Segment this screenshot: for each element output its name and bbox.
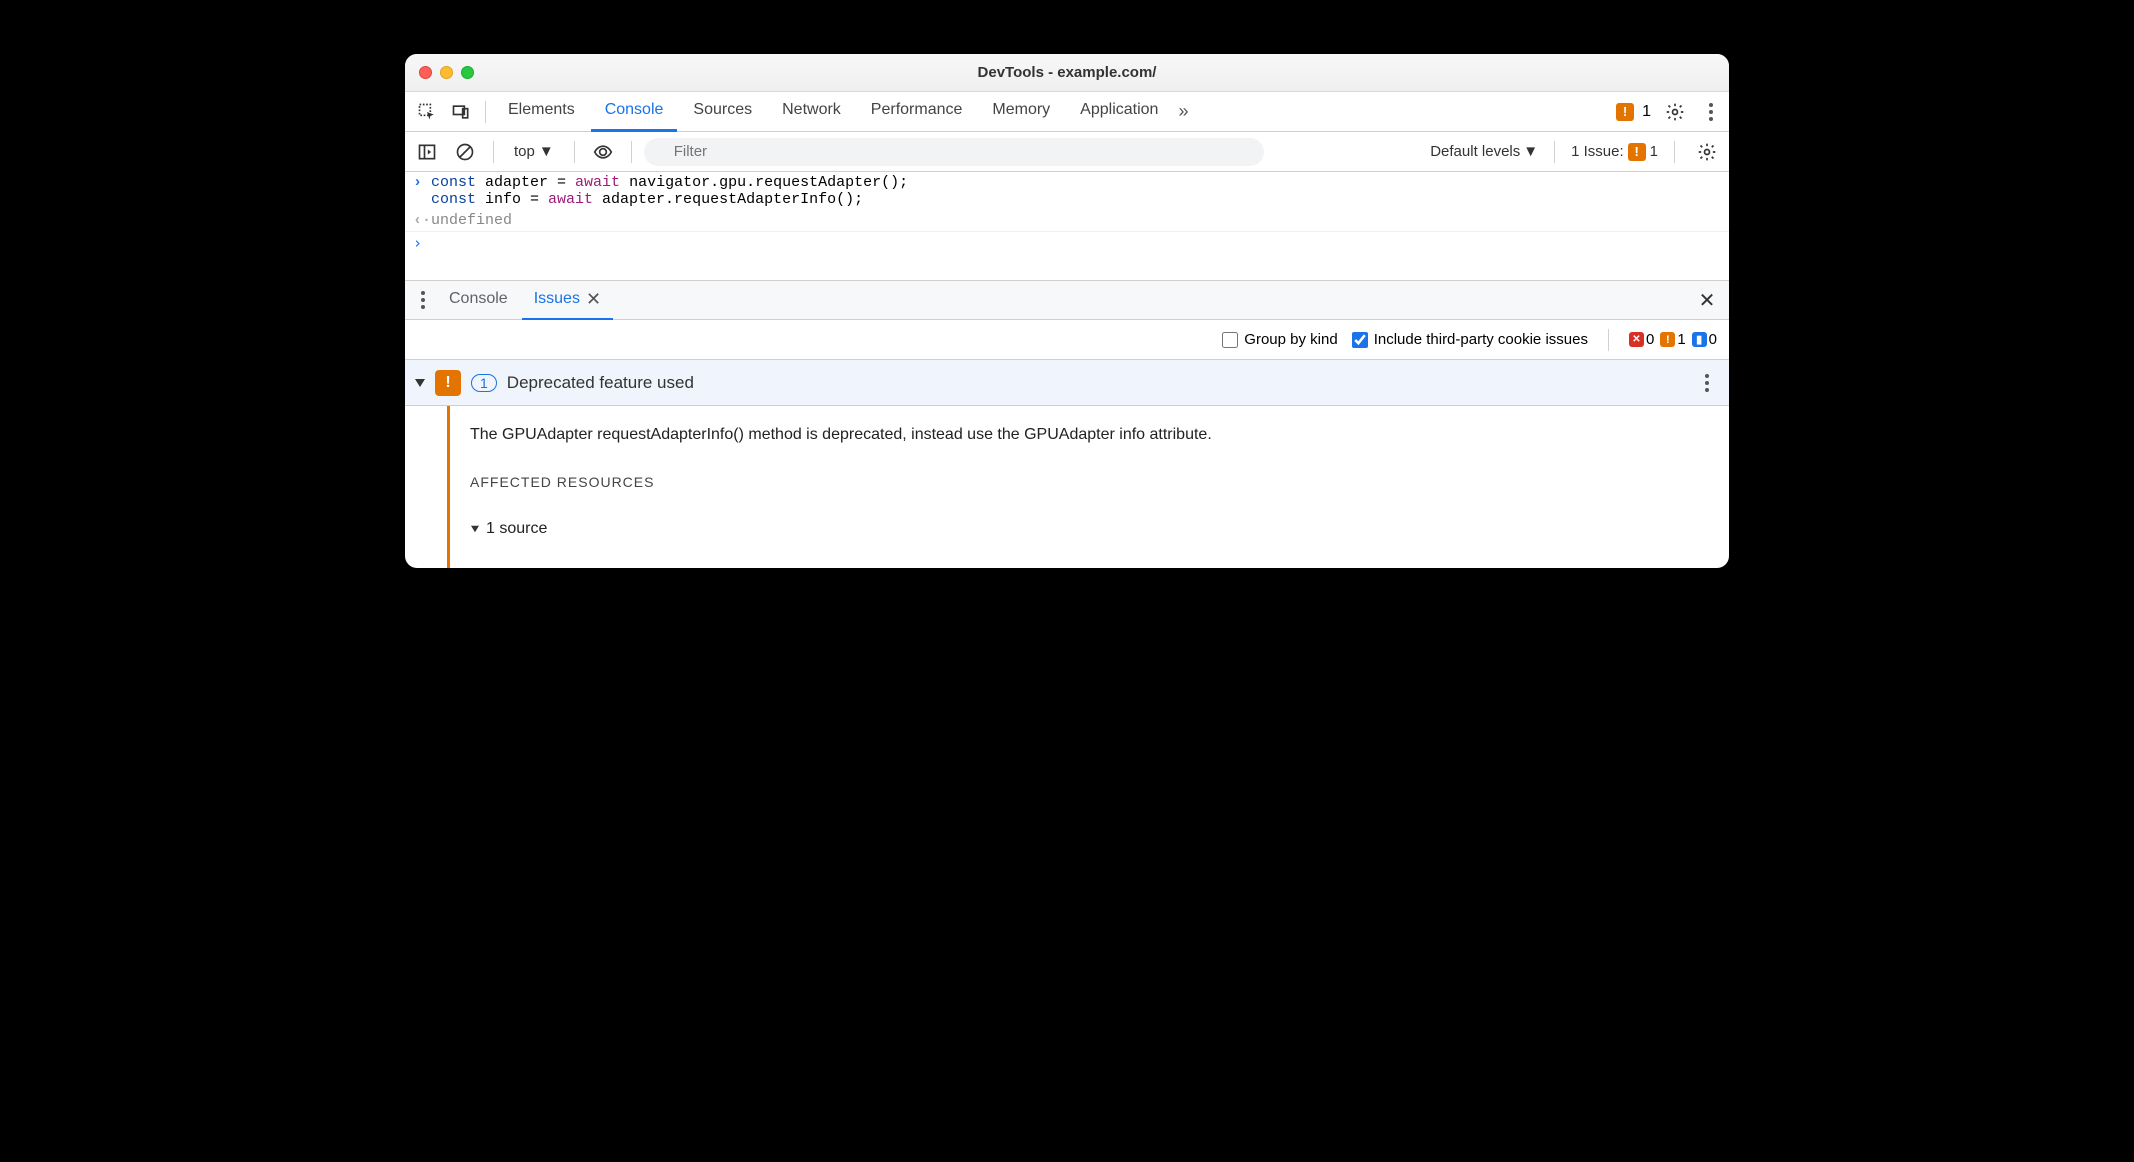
device-toolbar-icon[interactable] [445,96,477,128]
console-input-row[interactable]: › const adapter = await navigator.gpu.re… [405,172,1729,210]
expand-toggle-icon[interactable] [471,526,479,532]
warning-badge-icon: ! [1628,143,1646,161]
result-text: undefined [431,212,512,229]
issue-body: The GPUAdapter requestAdapterInfo() meth… [405,406,1729,568]
toggle-sidebar-icon[interactable] [411,136,443,168]
window-title: DevTools - example.com/ [405,64,1729,81]
more-tabs-icon[interactable]: » [1174,101,1192,122]
tab-sources[interactable]: Sources [679,92,766,132]
issues-filter-row: Group by kind Include third-party cookie… [405,320,1729,360]
error-count[interactable]: ✕0 [1629,331,1654,348]
close-icon[interactable]: ✕ [586,289,601,310]
source-line[interactable]: 1 source [470,520,1709,538]
issue-menu-icon[interactable] [1695,374,1719,392]
drawer-tab-issues[interactable]: Issues ✕ [522,280,613,320]
close-drawer-icon[interactable]: ✕ [1691,284,1723,316]
issue-title: Deprecated feature used [507,373,694,393]
separator [493,141,494,163]
levels-label: Default levels [1430,143,1520,160]
separator [1608,329,1609,351]
toolbar-right: ! 1 [1616,96,1723,128]
issues-count: 1 [1650,143,1658,160]
context-selector[interactable]: top ▼ [506,138,562,166]
warning-badge-icon: ! [435,370,461,396]
context-label: top [514,143,535,160]
console-prompt[interactable]: › [405,232,1729,280]
inspect-element-icon[interactable] [411,96,443,128]
issues-link[interactable]: 1 Issue: ! 1 [1571,143,1658,161]
warning-count[interactable]: !1 [1660,331,1685,348]
drawer-tabstrip: Console Issues ✕ ✕ [405,280,1729,320]
drawer-tab-console[interactable]: Console [437,280,520,320]
console-output: › const adapter = await navigator.gpu.re… [405,172,1729,280]
titlebar: DevTools - example.com/ [405,54,1729,92]
issue-description: The GPUAdapter requestAdapterInfo() meth… [470,426,1709,444]
drawer-tab-label: Issues [534,290,580,308]
live-expression-icon[interactable] [587,136,619,168]
drawer-right: ✕ [1691,284,1723,316]
checkbox-input[interactable] [1222,332,1238,348]
console-toolbar-right: Default levels ▼ 1 Issue: ! 1 [1430,136,1723,168]
issue-header[interactable]: ! 1 Deprecated feature used [405,360,1729,406]
tab-console[interactable]: Console [591,92,678,132]
separator [485,101,486,123]
issue-count-pill: 1 [471,374,497,392]
gear-icon[interactable] [1691,136,1723,168]
checkbox-input[interactable] [1352,332,1368,348]
result-icon: ‹· [413,212,431,229]
separator [1674,141,1675,163]
console-toolbar: top ▼ Default levels ▼ 1 Issue: ! 1 [405,132,1729,172]
chevron-down-icon: ▼ [539,143,554,160]
chevron-down-icon: ▼ [1523,143,1538,160]
checkbox-label: Include third-party cookie issues [1374,331,1588,348]
devtools-window: DevTools - example.com/ Elements Console… [405,54,1729,568]
separator [631,141,632,163]
filter-input[interactable] [644,138,1264,166]
separator [574,141,575,163]
warning-badge-icon[interactable]: ! [1616,103,1634,121]
tab-performance[interactable]: Performance [857,92,977,132]
more-options-icon[interactable] [1699,103,1723,121]
tab-elements[interactable]: Elements [494,92,589,132]
warning-count: 1 [1642,103,1651,121]
issue-content: The GPUAdapter requestAdapterInfo() meth… [450,406,1729,568]
tab-memory[interactable]: Memory [978,92,1064,132]
source-count: 1 source [486,520,547,538]
expand-toggle-icon[interactable] [415,379,425,387]
console-result-row: ‹· undefined [405,210,1729,232]
tab-application[interactable]: Application [1066,92,1172,132]
separator [1554,141,1555,163]
info-badge-icon: ▮ [1692,332,1707,347]
affected-resources-heading: AFFECTED RESOURCES [470,474,1709,490]
group-by-kind-checkbox[interactable]: Group by kind [1222,331,1337,348]
filter-wrap [644,138,1264,166]
gear-icon[interactable] [1659,96,1691,128]
issue-counts: ✕0 !1 ▮0 [1629,331,1717,348]
error-badge-icon: ✕ [1629,332,1644,347]
main-toolbar: Elements Console Sources Network Perform… [405,92,1729,132]
code-line: const adapter = await navigator.gpu.requ… [431,174,908,208]
tab-network[interactable]: Network [768,92,855,132]
clear-console-icon[interactable] [449,136,481,168]
issues-label: 1 Issue: [1571,143,1624,160]
prompt-icon: › [413,174,431,208]
thirdparty-checkbox[interactable]: Include third-party cookie issues [1352,331,1588,348]
info-count[interactable]: ▮0 [1692,331,1717,348]
drawer-more-icon[interactable] [411,291,435,309]
log-levels-selector[interactable]: Default levels ▼ [1430,143,1538,160]
checkbox-label: Group by kind [1244,331,1337,348]
warning-badge-icon: ! [1660,332,1675,347]
